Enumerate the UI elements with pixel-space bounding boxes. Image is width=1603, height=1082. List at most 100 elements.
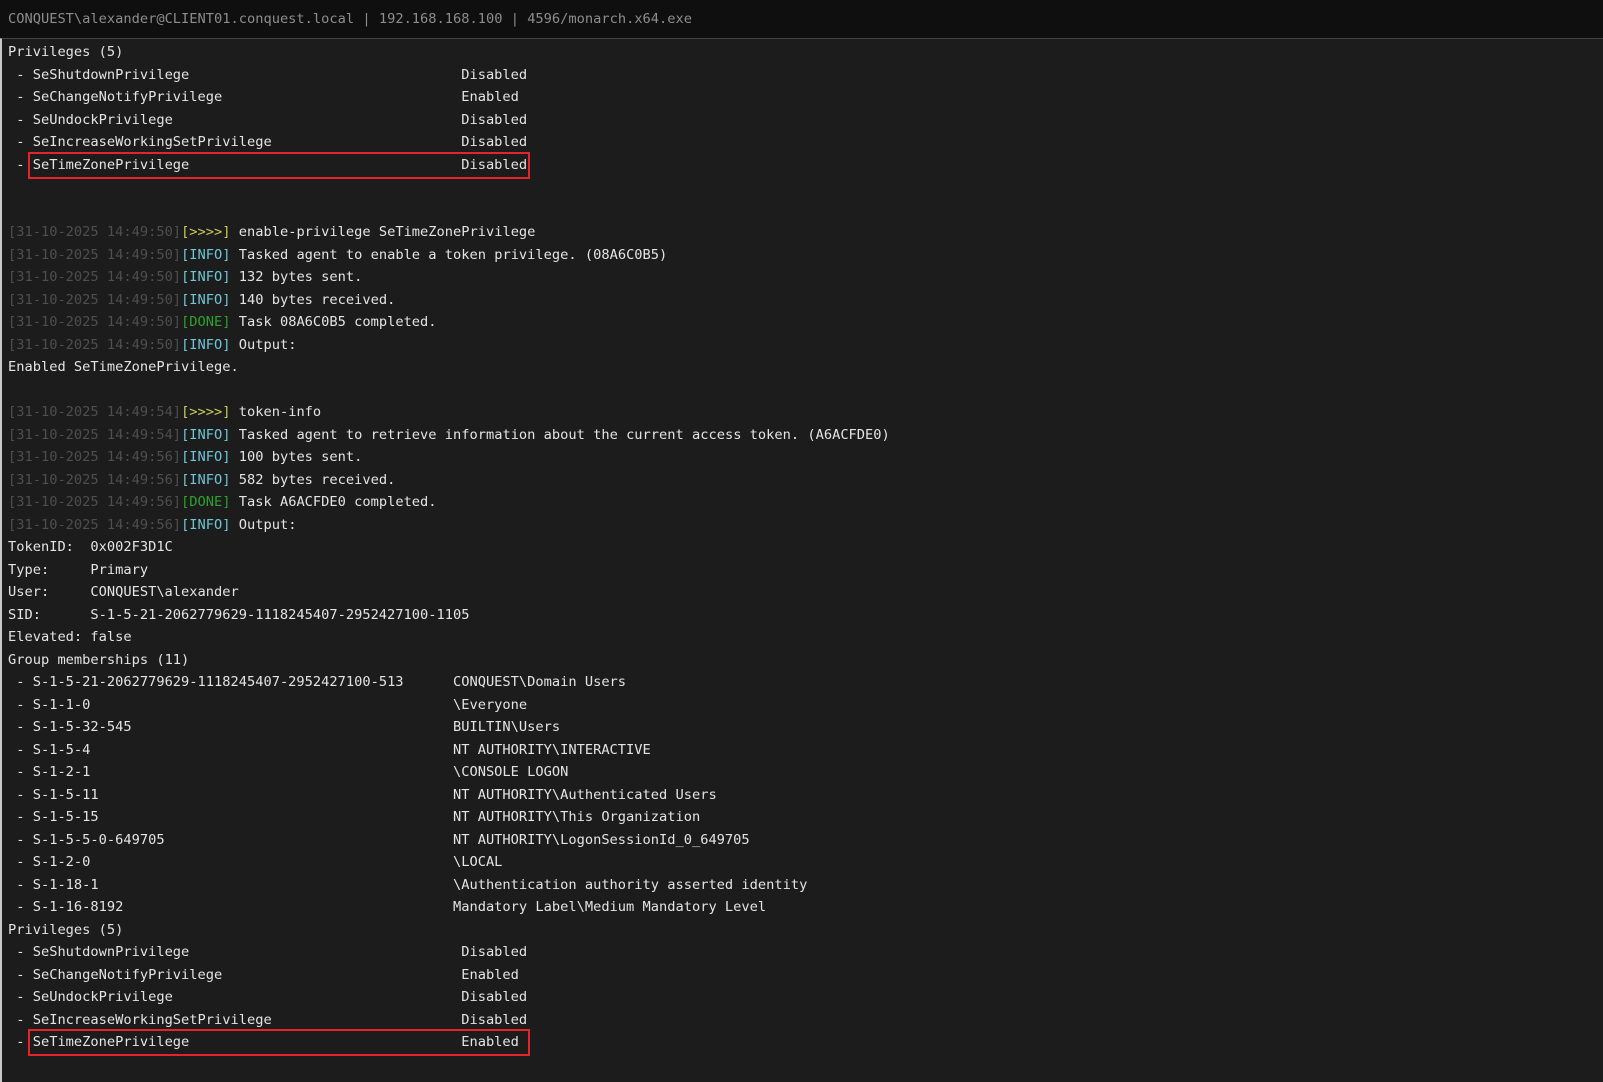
column-value: S-1-5-21-2062779629-1118245407-295242710… [90, 607, 469, 623]
column-key: - S-1-1-0 [8, 694, 453, 717]
log-tag-info: [INFO] [181, 247, 230, 263]
log-message: 582 bytes received. [231, 472, 396, 488]
column-value: Enabled [461, 967, 519, 983]
log-line: [31-10-2025 14:49:50][DONE] Task 08A6C0B… [8, 311, 1595, 334]
column-value: \CONSOLE LOGON [453, 764, 568, 780]
column-value: \LOCAL [453, 854, 502, 870]
column-value: 0x002F3D1C [90, 539, 172, 555]
terminal-line: - S-1-5-32-545BUILTIN\Users [8, 716, 1595, 739]
column-value: NT AUTHORITY\This Organization [453, 809, 700, 825]
blank-line [8, 379, 1595, 402]
column-key: Elevated: [8, 626, 90, 649]
log-line: [31-10-2025 14:49:50][INFO] Output: [8, 334, 1595, 357]
column-key: - SeIncreaseWorkingSetPrivilege [8, 131, 461, 154]
column-value: BUILTIN\Users [453, 719, 560, 735]
terminal-line: - SeUndockPrivilegeDisabled [8, 109, 1595, 132]
log-timestamp: [31-10-2025 14:49:56] [8, 449, 181, 465]
column-value: \Authentication authority asserted ident… [453, 877, 807, 893]
terminal-line: Type:Primary [8, 559, 1595, 582]
terminal-line: - S-1-1-0\Everyone [8, 694, 1595, 717]
column-key: User: [8, 581, 90, 604]
terminal-line: - SeShutdownPrivilegeDisabled [8, 64, 1595, 87]
column-key: - S-1-5-5-0-649705 [8, 829, 453, 852]
column-value: NT AUTHORITY\LogonSessionId_0_649705 [453, 832, 750, 848]
column-value: Mandatory Label\Medium Mandatory Level [453, 899, 766, 915]
log-timestamp: [31-10-2025 14:49:50] [8, 269, 181, 285]
log-line: [31-10-2025 14:49:56][INFO] 100 bytes se… [8, 446, 1595, 469]
terminal-line: SID:S-1-5-21-2062779629-1118245407-29524… [8, 604, 1595, 627]
log-line: [31-10-2025 14:49:50][INFO] 140 bytes re… [8, 289, 1595, 312]
log-message: Tasked agent to retrieve information abo… [231, 427, 890, 443]
terminal-line: - SeUndockPrivilegeDisabled [8, 986, 1595, 1009]
log-message: Tasked agent to enable a token privilege… [231, 247, 668, 263]
terminal-line: - SeIncreaseWorkingSetPrivilegeDisabled [8, 131, 1595, 154]
terminal-line: Privileges (5) [8, 41, 1595, 64]
blank-line [8, 199, 1595, 222]
terminal-line: - SeIncreaseWorkingSetPrivilegeDisabled [8, 1009, 1595, 1032]
terminal-line: - S-1-2-1\CONSOLE LOGON [8, 761, 1595, 784]
column-key: - S-1-5-32-545 [8, 716, 453, 739]
column-key: - S-1-2-1 [8, 761, 453, 784]
blank-line [8, 176, 1595, 199]
log-tag-info: [INFO] [181, 517, 230, 533]
column-key: - S-1-5-4 [8, 739, 453, 762]
column-key: - SeShutdownPrivilege [8, 64, 461, 87]
log-timestamp: [31-10-2025 14:49:56] [8, 494, 181, 510]
log-tag-info: [INFO] [181, 449, 230, 465]
log-line: [31-10-2025 14:49:50][INFO] 132 bytes se… [8, 266, 1595, 289]
column-value: NT AUTHORITY\INTERACTIVE [453, 742, 651, 758]
session-identity: CONQUEST\alexander@CLIENT01.conquest.loc… [8, 11, 354, 27]
terminal-output[interactable]: Privileges (5) - SeShutdownPrivilegeDisa… [0, 38, 1603, 1082]
column-key: - S-1-5-15 [8, 806, 453, 829]
terminal-line: User:CONQUEST\alexander [8, 581, 1595, 604]
column-value: false [90, 629, 131, 645]
column-value: Enabled [461, 1034, 519, 1050]
column-value: Disabled [461, 67, 527, 83]
log-timestamp: [31-10-2025 14:49:54] [8, 404, 181, 420]
log-line: [31-10-2025 14:49:56][INFO] 582 bytes re… [8, 469, 1595, 492]
terminal-line: - S-1-5-15NT AUTHORITY\This Organization [8, 806, 1595, 829]
column-key: Type: [8, 559, 90, 582]
highlighted-privilege-row-disabled: - SeTimeZonePrivilegeDisabled [8, 154, 1595, 177]
log-message: enable-privilege SeTimeZonePrivilege [231, 224, 536, 240]
log-timestamp: [31-10-2025 14:49:56] [8, 517, 181, 533]
terminal-line: - S-1-2-0\LOCAL [8, 851, 1595, 874]
column-value: Disabled [461, 1012, 527, 1028]
terminal-line: - S-1-16-8192Mandatory Label\Medium Mand… [8, 896, 1595, 919]
terminal-line: - SeChangeNotifyPrivilegeEnabled [8, 964, 1595, 987]
log-tag-info: [INFO] [181, 269, 230, 285]
terminal-line: Elevated:false [8, 626, 1595, 649]
log-message: 132 bytes sent. [231, 269, 363, 285]
log-tag-info: [INFO] [181, 337, 230, 353]
log-tag-done: [DONE] [181, 494, 230, 510]
column-value: Enabled [461, 89, 519, 105]
column-value: Disabled [461, 944, 527, 960]
column-key: - SeUndockPrivilege [8, 109, 461, 132]
log-timestamp: [31-10-2025 14:49:56] [8, 472, 181, 488]
log-timestamp: [31-10-2025 14:49:54] [8, 427, 181, 443]
log-line: [31-10-2025 14:49:56][DONE] Task A6ACFDE… [8, 491, 1595, 514]
log-timestamp: [31-10-2025 14:49:50] [8, 337, 181, 353]
column-key: - SeTimeZonePrivilege [8, 1031, 461, 1054]
column-value: Disabled [461, 134, 527, 150]
column-key: SID: [8, 604, 90, 627]
log-message: Task A6ACFDE0 completed. [231, 494, 437, 510]
column-key: - SeIncreaseWorkingSetPrivilege [8, 1009, 461, 1032]
log-line: [31-10-2025 14:49:54][INFO] Tasked agent… [8, 424, 1595, 447]
column-key: - S-1-18-1 [8, 874, 453, 897]
column-key: - S-1-2-0 [8, 851, 453, 874]
log-timestamp: [31-10-2025 14:49:50] [8, 314, 181, 330]
column-key: - S-1-5-11 [8, 784, 453, 807]
log-message: Output: [231, 337, 297, 353]
log-tag-cmd: [>>>>] [181, 404, 230, 420]
column-key: TokenID: [8, 536, 90, 559]
column-value: Disabled [461, 989, 527, 1005]
log-line: [31-10-2025 14:49:54][>>>>] token-info [8, 401, 1595, 424]
terminal-line: - SeShutdownPrivilegeDisabled [8, 941, 1595, 964]
column-key: - SeTimeZonePrivilege [8, 154, 461, 177]
log-tag-info: [INFO] [181, 472, 230, 488]
log-message: token-info [231, 404, 322, 420]
log-line: [31-10-2025 14:49:56][INFO] Output: [8, 514, 1595, 537]
column-value: \Everyone [453, 697, 527, 713]
column-key: - SeChangeNotifyPrivilege [8, 964, 461, 987]
